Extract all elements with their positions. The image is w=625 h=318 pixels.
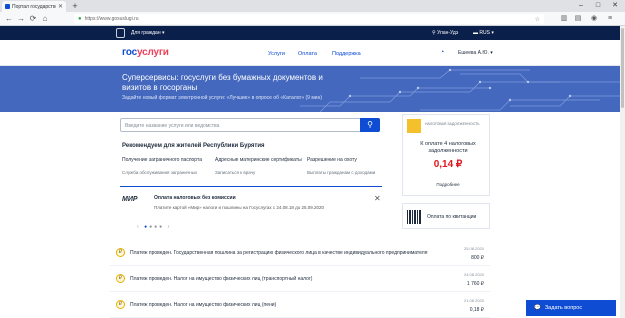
recommend-link[interactable]: Адресные материнские сертификаты [215,157,305,163]
minimize-button[interactable]: – [573,0,589,12]
feed-item-title: Платеж проведен. Налог на имущество физи… [130,302,277,308]
barcode-icon [407,210,421,224]
tax-stub-icon [407,119,421,133]
circuit-pattern-illustration [300,68,625,112]
tax-more-link[interactable]: Подробнее [409,182,487,187]
browser-tab-title: Портал государствен [12,3,56,10]
feed-item[interactable]: ₽ Платеж проведен. Налог на имущество фи… [110,268,490,292]
sidebar-icon[interactable]: ▤ [574,15,582,23]
feed-item[interactable]: ₽ Платеж проведен. Налог на имущество фи… [110,294,490,318]
logo-part-uslugi: услуги [136,47,169,58]
site-header: госуслуги Услуги Оплата Поддержка ◔ Ешее… [0,40,625,66]
maximize-button[interactable]: □ [590,0,606,12]
search-icon: ⚲ [367,120,373,129]
receipt-payment-label: Оплата по квитанции [427,214,477,220]
feed-item-date: 24.08.2020 [463,272,484,277]
ruble-badge-icon: ₽ [116,300,125,309]
chat-bubble-icon: 💬 [534,305,541,311]
recommend-link[interactable]: Выплаты гражданам с доходами [307,170,397,175]
url-bar[interactable]: ● https://www.gosuslugi.ru ☆ [74,14,544,24]
scrollbar-thumb[interactable] [621,28,624,108]
ruble-badge-icon: ₽ [116,248,125,257]
logo-part-gos: гос [122,47,137,58]
recommend-link[interactable]: Получение заграничного паспорта [122,157,212,163]
user-name[interactable]: Ешеева А.Ю. ▾ [458,50,493,56]
feed-item-date: 21.08.2020 [463,298,484,303]
feed-item-amount: 1 760 ₽ [466,281,484,287]
page-scrollbar[interactable] [620,26,625,318]
home-button[interactable]: ⌂ [40,14,50,24]
nav-support[interactable]: Поддержка [332,51,361,57]
chevron-left-icon[interactable]: ‹ [137,224,144,230]
forward-button[interactable]: → [16,14,26,24]
hero-banner[interactable]: Суперсервисы: госуслуги без бумажных док… [0,66,625,112]
feed-item-title: Платеж проведен. Государственная пошлина… [130,250,428,256]
recommend-column: Адресные материнские сертификаты Записат… [215,157,305,175]
mir-logo: МИР [122,196,138,203]
new-tab-button[interactable]: + [70,1,80,11]
url-text: https://www.gosuslugi.ru [84,16,139,22]
recommend-column: Разрешение на охоту Выплаты гражданам с … [307,157,397,175]
tax-debt-card[interactable]: НАЛОГОВАЯ ЗАДОЛЖЕННОСТЬ К оплате 4 налог… [402,114,490,196]
location-selector[interactable]: ⚲ Улан-Удэ [432,30,458,36]
back-button[interactable]: ← [4,14,14,24]
recommend-link[interactable]: Служба обслуживания заграничных [122,170,212,175]
recommend-title: Рекомендуем для жителей Республики Бурят… [122,143,265,149]
promo-title[interactable]: Оплата налоговых без комиссии [154,195,236,201]
tax-stub-label: НАЛОГОВАЯ ЗАДОЛЖЕННОСТЬ [425,122,480,126]
window-close-button[interactable]: ✕ [607,0,623,12]
bookmark-star-icon[interactable]: ☆ [535,16,540,23]
user-name-label: Ешеева А.Ю. [458,50,489,56]
library-icon[interactable]: ▥ [560,15,568,23]
lock-icon: ● [78,16,82,22]
gosuslugi-favicon-icon [5,4,10,9]
coat-of-arms-icon [116,28,125,38]
search-button[interactable]: ⚲ [360,118,380,132]
browser-tab[interactable]: Портал государствен ✕ [2,1,66,12]
ask-question-label: Задать вопрос [544,305,583,311]
menu-icon[interactable]: ≡ [606,15,614,23]
browser-tab-strip: Портал государствен ✕ + – □ ✕ [0,0,625,12]
language-selector[interactable]: ▬ RUS ▾ [473,30,494,36]
carousel-dots[interactable]: ‹ ●●●● › [137,224,171,230]
account-icon[interactable]: ◉ [590,15,598,23]
feed-item-amount: 0,18 ₽ [469,307,484,313]
gosuslugi-logo[interactable]: госуслуги [122,47,169,58]
tax-caption: К оплате 4 налоговых задолженности [420,141,476,154]
hero-subtitle[interactable]: Задайте новый формат электронной услуги:… [122,95,322,101]
ask-question-button[interactable]: 💬 Задать вопрос [526,300,616,316]
promo-close-icon[interactable]: ✕ [374,194,381,203]
divider [120,186,382,187]
receipt-payment-card[interactable]: Оплата по квитанции [402,203,490,229]
nav-payment[interactable]: Оплата [298,51,317,57]
recommend-link[interactable]: Записаться к врачу [215,170,305,175]
feed-item-amount: 800 ₽ [471,255,484,261]
ruble-badge-icon: ₽ [116,274,125,283]
reload-button[interactable]: ⟳ [28,14,38,24]
recommend-column: Получение заграничного паспорта Служба о… [122,157,212,175]
feed-item[interactable]: ₽ Платеж проведен. Государственная пошли… [110,242,490,266]
site-top-strip: Для граждан ⚲ Улан-Удэ ▬ RUS ▾ [0,26,625,40]
feed-item-date: 25.08.2020 [463,246,484,251]
audience-menu[interactable]: Для граждан [131,30,165,36]
chevron-down-icon: ▾ [489,30,494,36]
tax-amount: 0,14 ₽ [433,159,463,170]
language-label: RUS [479,30,490,36]
browser-toolbar: ← → ⟳ ⌂ ● https://www.gosuslugi.ru ☆ ▥ ▤… [0,12,625,26]
tab-close-icon[interactable]: ✕ [58,3,63,10]
nav-services[interactable]: Услуги [268,51,285,57]
main-panel: Введите название услуги или ведомства ⚲ … [110,112,390,238]
hero-title: Суперсервисы: госуслуги без бумажных док… [122,73,323,92]
promo-text: Платите картой «Мир» налоги и пошлины на… [154,205,325,210]
notifications-bell-icon[interactable]: ◔ [440,49,448,57]
chevron-down-icon: ▾ [488,50,493,56]
chevron-right-icon[interactable]: › [164,224,171,230]
feed-item-title: Платеж проведен. Налог на имущество физи… [130,276,313,282]
location-label: Улан-Удэ [437,30,459,36]
recommend-link[interactable]: Разрешение на охоту [307,157,397,163]
search-input[interactable]: Введите название услуги или ведомства [120,118,380,132]
